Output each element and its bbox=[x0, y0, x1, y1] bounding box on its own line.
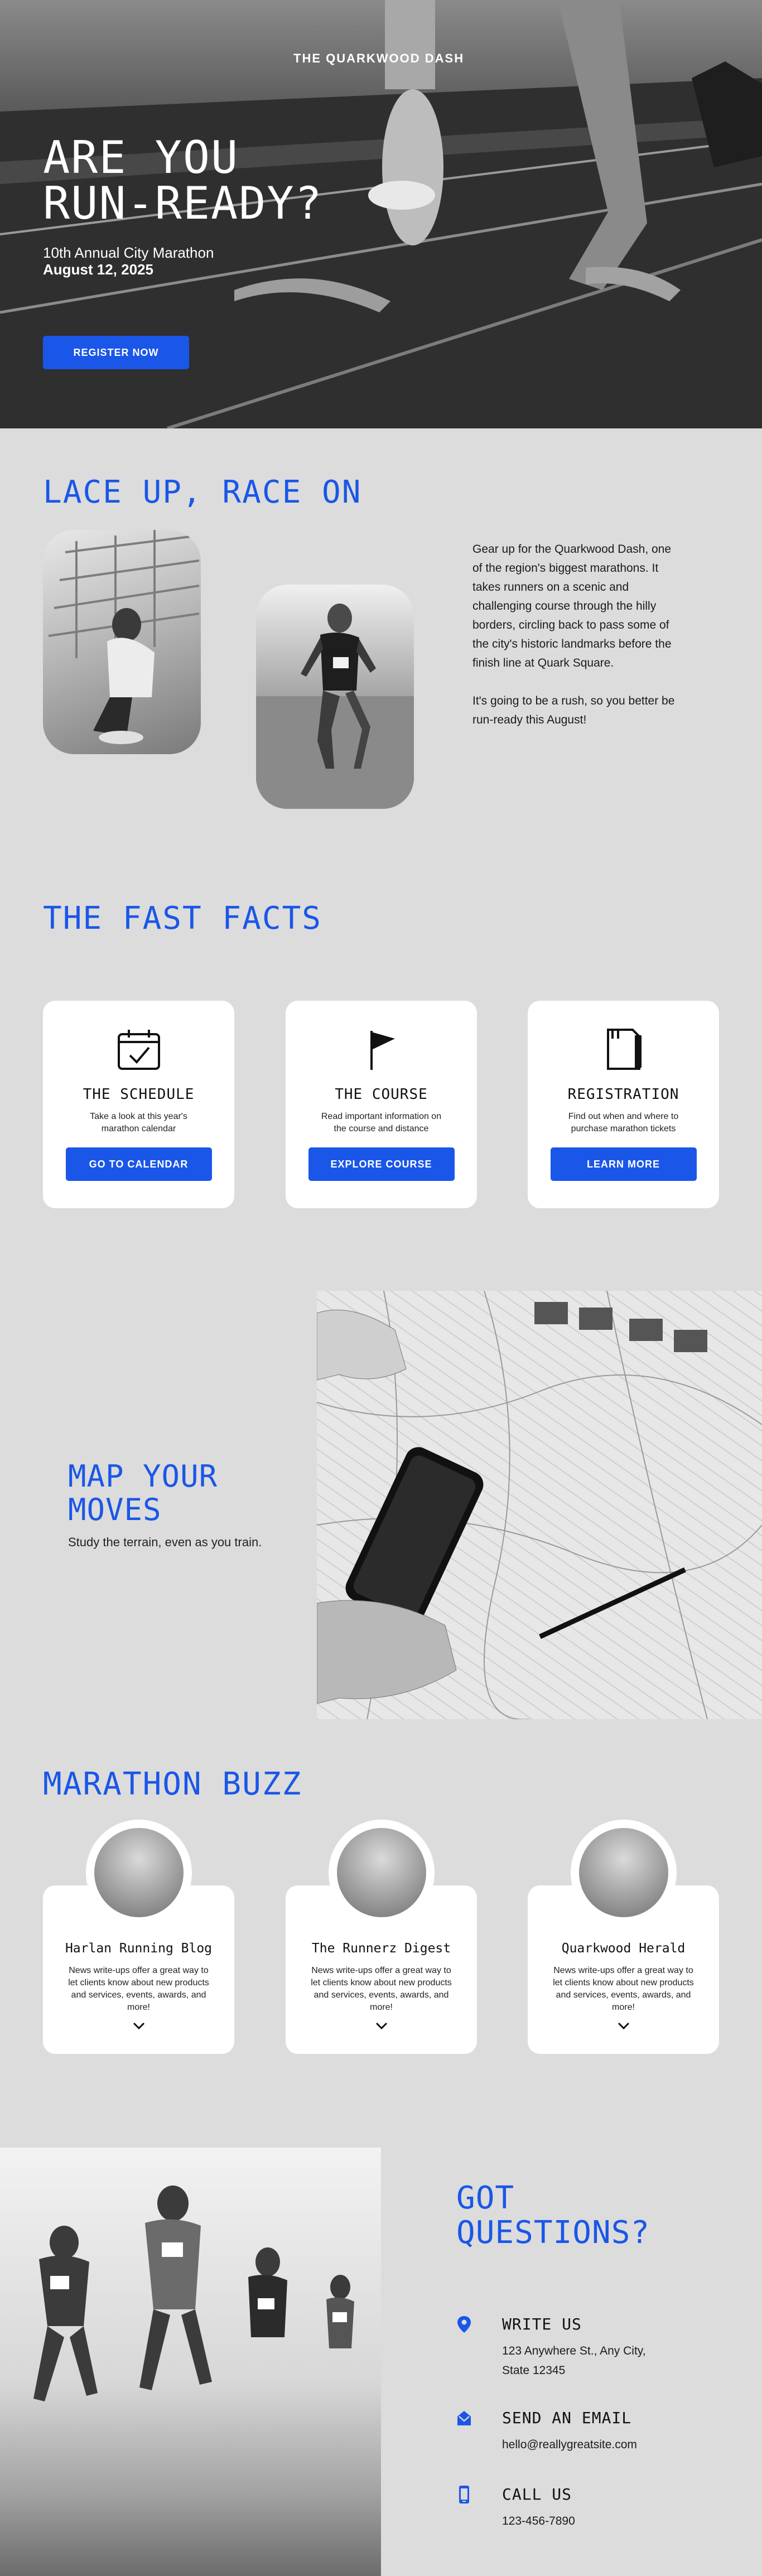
hero-date: August 12, 2025 bbox=[43, 261, 153, 278]
email-link[interactable]: hello@reallygreatsite.com bbox=[502, 2438, 637, 2451]
location-pin-icon bbox=[457, 2316, 471, 2333]
buzz-card-text: News write-ups offer a great way to let … bbox=[68, 1966, 209, 2012]
buzz-avatar-runnerz bbox=[328, 1820, 435, 1926]
contact-title-line2: QUESTIONS? bbox=[456, 2215, 650, 2251]
course-heading: THE COURSE bbox=[335, 1086, 428, 1103]
contact-title-line1: GOT bbox=[456, 2180, 515, 2216]
marathon-runners-photo bbox=[0, 2148, 381, 2576]
buzz-card-harlan: Harlan Running Blog News write-ups offer… bbox=[43, 1820, 234, 2054]
write-us-address: 123 Anywhere St., Any City, State 12345 bbox=[502, 2341, 713, 2380]
registration-text: Find out when and where to purchase mara… bbox=[568, 1112, 679, 1133]
hero-headline-line2: RUN-READY? bbox=[43, 177, 323, 229]
course-text: Read important information on the course… bbox=[321, 1112, 442, 1133]
contact-title: GOT QUESTIONS? bbox=[456, 2181, 650, 2250]
buzz-card-text: News write-ups offer a great way to let … bbox=[311, 1966, 452, 2012]
email-heading: SEND AN EMAIL bbox=[502, 2409, 632, 2427]
runner-legs-photo bbox=[578, 1828, 668, 1917]
runner-feet-photo bbox=[94, 1828, 184, 1917]
schedule-text: Take a look at this year's marathon cale… bbox=[90, 1112, 187, 1133]
registration-card: REGISTRATION Find out when and where to … bbox=[528, 1001, 719, 1208]
contact-call: CALL US 123-456-7890 bbox=[456, 2485, 713, 2531]
schedule-card: THE SCHEDULE Take a look at this year's … bbox=[43, 1001, 234, 1208]
site-title: THE QUARKWOOD DASH bbox=[293, 51, 465, 65]
phone-icon bbox=[459, 2486, 469, 2503]
flag-icon bbox=[370, 1031, 395, 1070]
marathon-buzz-title: MARATHON BUZZ bbox=[43, 1766, 302, 1802]
learn-more-button[interactable]: LEARN MORE bbox=[550, 1147, 697, 1181]
map-title-line1: MAP YOUR bbox=[68, 1459, 218, 1494]
address-line2: State 12345 bbox=[502, 2364, 566, 2377]
lace-up-title: LACE UP, RACE ON bbox=[43, 474, 362, 510]
map-subtitle: Study the terrain, even as you train. bbox=[68, 1535, 262, 1549]
map-title: MAP YOUR MOVES bbox=[68, 1460, 218, 1527]
contact-section: GOT QUESTIONS? WRITE US 123 Anywhere St.… bbox=[0, 2148, 762, 2576]
call-heading: CALL US bbox=[502, 2485, 572, 2503]
buzz-card-text: News write-ups offer a great way to let … bbox=[553, 1966, 694, 2012]
buzz-avatar-herald bbox=[570, 1820, 677, 1926]
buzz-card-heading: The Runnerz Digest bbox=[311, 1941, 451, 1956]
map-title-line2: MOVES bbox=[68, 1492, 162, 1527]
buzz-card-heading: Quarkwood Herald bbox=[561, 1941, 686, 1956]
fast-facts-title: THE FAST FACTS bbox=[43, 900, 322, 937]
calendar-icon bbox=[117, 1030, 160, 1070]
phone-link[interactable]: 123-456-7890 bbox=[502, 2515, 575, 2527]
fast-facts-section: THE FAST FACTS THE SCHEDULE Take a look … bbox=[0, 862, 762, 1291]
runner-on-road-photo bbox=[256, 585, 414, 809]
marathon-buzz-section: MARATHON BUZZ Harlan Running Blog News w… bbox=[0, 1719, 762, 2148]
lace-up-section: LACE UP, RACE ON Gear up for the Quarkwo… bbox=[0, 428, 762, 862]
register-now-button[interactable]: REGISTER NOW bbox=[43, 336, 189, 369]
runner-tying-shoe-photo bbox=[43, 530, 201, 754]
buzz-card-heading: Harlan Running Blog bbox=[65, 1941, 213, 1956]
map-and-phone-photo bbox=[317, 1291, 762, 1719]
schedule-heading: THE SCHEDULE bbox=[83, 1086, 195, 1103]
buzz-card-herald: Quarkwood Herald News write-ups offer a … bbox=[528, 1820, 719, 2054]
buzz-avatar-harlan bbox=[85, 1820, 192, 1926]
chevron-down-icon[interactable] bbox=[375, 2022, 388, 2030]
course-card: THE COURSE Read important information on… bbox=[286, 1001, 477, 1208]
chevron-down-icon[interactable] bbox=[132, 2022, 146, 2030]
explore-course-button[interactable]: EXPLORE COURSE bbox=[308, 1147, 455, 1181]
map-section: MAP YOUR MOVES Study the terrain, even a… bbox=[0, 1291, 762, 1719]
go-to-calendar-button[interactable]: GO TO CALENDAR bbox=[65, 1147, 212, 1181]
notebook-icon bbox=[606, 1029, 642, 1070]
lace-up-paragraph-2: It's going to be a rush, so you better b… bbox=[472, 694, 675, 726]
registration-heading: REGISTRATION bbox=[567, 1086, 679, 1103]
buzz-card-runnerz: The Runnerz Digest News write-ups offer … bbox=[286, 1820, 477, 2054]
lace-up-paragraph-1: Gear up for the Quarkwood Dash, one of t… bbox=[472, 543, 672, 669]
runner-start-photo bbox=[336, 1828, 426, 1917]
lace-up-text: Gear up for the Quarkwood Dash, one of t… bbox=[472, 540, 679, 730]
hero-section: THE QUARKWOOD DASH ARE YOU RUN-READY? 10… bbox=[0, 0, 762, 428]
address-line1: 123 Anywhere St., Any City, bbox=[502, 2345, 646, 2357]
hero-subtitle: 10th Annual City Marathon bbox=[43, 244, 214, 261]
contact-email: SEND AN EMAIL hello@reallygreatsite.com bbox=[456, 2409, 713, 2454]
hero-headline-line1: ARE YOU bbox=[43, 132, 239, 184]
write-us-heading: WRITE US bbox=[502, 2315, 582, 2333]
chevron-down-icon[interactable] bbox=[617, 2022, 630, 2030]
contact-write-us: WRITE US 123 Anywhere St., Any City, Sta… bbox=[456, 2315, 713, 2380]
envelope-icon bbox=[457, 2411, 471, 2425]
hero-headline: ARE YOU RUN-READY? bbox=[43, 135, 323, 226]
